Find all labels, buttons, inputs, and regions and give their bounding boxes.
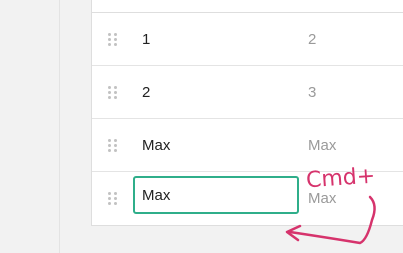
table-row: Max <box>92 172 403 225</box>
row-name[interactable]: 1 <box>142 31 150 48</box>
row-value[interactable]: Max <box>308 137 336 154</box>
table-row: 1 2 <box>92 13 403 66</box>
table-row: Max Max <box>92 119 403 172</box>
table-panel: 1 2 2 3 Max Max Max <box>91 0 403 226</box>
table-row: 2 3 <box>92 66 403 119</box>
drag-handle-icon[interactable] <box>108 192 118 206</box>
arrow-head-icon <box>285 224 302 242</box>
drag-handle-icon[interactable] <box>108 86 118 100</box>
row-value[interactable]: Max <box>308 190 336 207</box>
drag-handle-icon[interactable] <box>108 139 118 153</box>
row-value[interactable]: 3 <box>308 84 316 101</box>
drag-handle-icon[interactable] <box>108 33 118 47</box>
left-sidebar <box>0 0 60 253</box>
row-name-input[interactable] <box>133 176 299 214</box>
row-name[interactable]: Max <box>142 137 170 154</box>
row-value[interactable]: 2 <box>308 31 316 48</box>
row-name[interactable]: 2 <box>142 84 150 101</box>
